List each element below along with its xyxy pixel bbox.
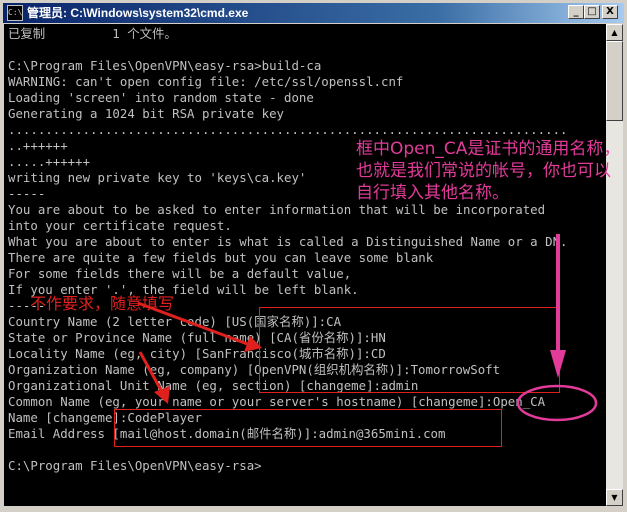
window-title: 管理员: C:\Windows\system32\cmd.exe [27,6,249,20]
console-line: .....++++++ [8,154,91,169]
console-line: writing new private key to 'keys\ca.key' [8,170,307,185]
console-line: C:\Program Files\OpenVPN\easy-rsa> [8,458,262,473]
annotation-box-name-email [114,409,502,447]
console-line: into your certificate request. [8,218,232,233]
maximize-button[interactable]: □ [584,5,600,19]
annotation-common-name-note: 框中Open_CA是证书的通用名称，也就是我们常说的帐号，你也可以自行填入其他名… [356,139,621,203]
console-line: ----- [8,186,46,201]
console-line: For some fields there will be a default … [8,266,352,281]
scroll-up-arrow-icon[interactable]: ▲ [606,24,623,41]
console-line: Generating a 1024 bit RSA private key [8,106,285,121]
console-line: C:\Program Files\OpenVPN\easy-rsa>build-… [8,58,322,73]
console-line: WARNING: can't open config file: /etc/ss… [8,74,404,89]
cmd-icon[interactable]: C:\ [7,5,23,21]
vertical-scrollbar[interactable]: ▲ ▼ [606,24,623,506]
scroll-down-arrow-icon[interactable]: ▼ [606,489,623,506]
title-bar[interactable]: C:\ 管理员: C:\Windows\system32\cmd.exe _ □… [3,3,624,23]
console-line: ........................................… [8,122,568,137]
annotation-box-fields [259,307,560,393]
console-line: There are quite a few fields but you can… [8,250,434,265]
console-line: Common Name (eg, your name or your serve… [8,394,546,409]
cmd-window: C:\ 管理员: C:\Windows\system32\cmd.exe _ □… [0,0,627,512]
close-button[interactable]: X [602,5,618,19]
annotation-free-fill-note: 不作要求，随意填写 [30,294,175,313]
console-line: 已复制 1 个文件。 [8,26,177,41]
console-line: ..++++++ [8,138,68,153]
console-line: Loading 'screen' into random state - don… [8,90,314,105]
scrollbar-thumb[interactable] [606,41,623,121]
minimize-button[interactable]: _ [568,5,584,19]
